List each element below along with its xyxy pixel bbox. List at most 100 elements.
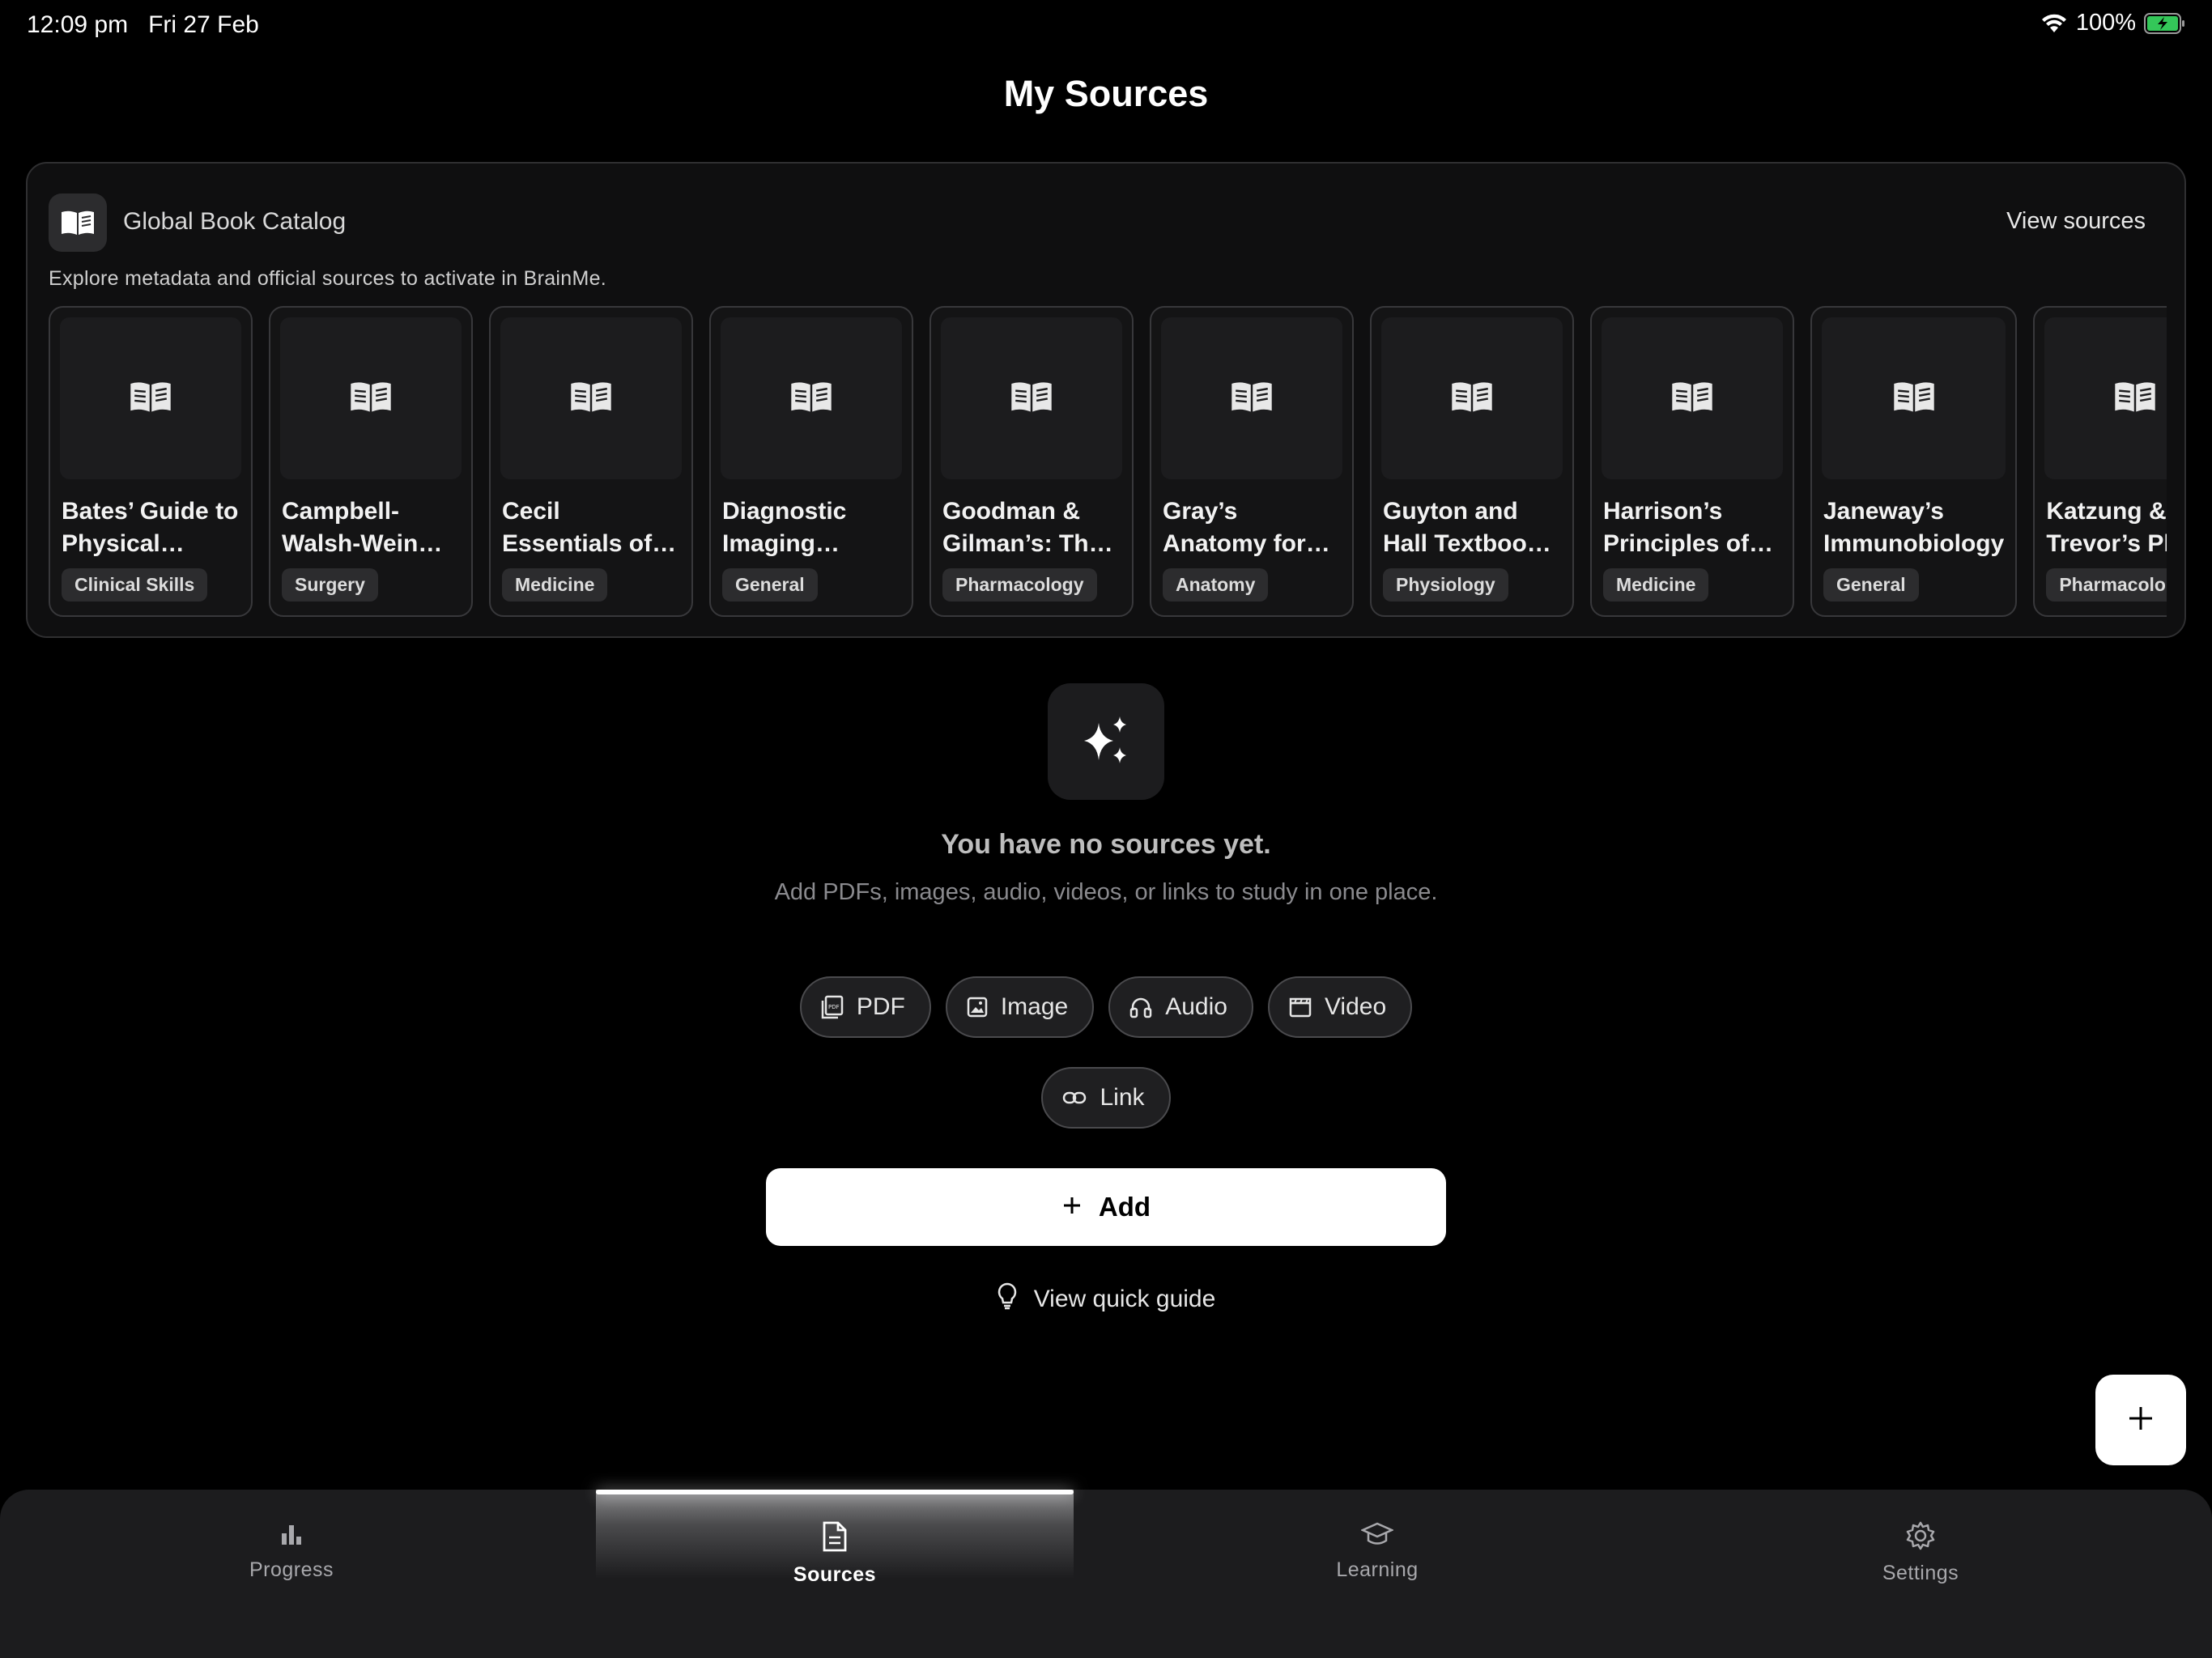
open-book-icon — [348, 380, 393, 418]
tab-sources[interactable]: Sources — [596, 1490, 1074, 1586]
open-book-icon — [1229, 380, 1274, 418]
add-button-label: Add — [1098, 1192, 1151, 1222]
graduation-cap-icon — [1359, 1520, 1395, 1552]
status-date: Fri 27 Feb — [148, 11, 259, 38]
open-book-icon — [1009, 380, 1054, 418]
book-title: Campbell-Walsh-Wein Ur… — [282, 498, 419, 557]
floating-add-button[interactable] — [2095, 1375, 2186, 1465]
open-book-icon — [789, 380, 834, 418]
book-category-tag: Surgery — [282, 568, 378, 602]
open-book-icon — [1449, 380, 1495, 418]
link-chip[interactable]: Link — [1041, 1067, 1171, 1129]
book-title: Goodman & Gilman’s: The … — [942, 498, 1103, 557]
clapperboard-icon — [1289, 997, 1312, 1018]
global-book-catalog: Global Book Catalog View sources Explore… — [26, 162, 2186, 638]
book-cover — [1381, 317, 1563, 479]
open-book-icon — [128, 380, 173, 418]
tab-settings-label: Settings — [1882, 1562, 1959, 1584]
audio-chip[interactable]: Audio — [1108, 976, 1253, 1038]
headphones-icon — [1129, 996, 1152, 1018]
add-button[interactable]: Add — [766, 1168, 1446, 1246]
book-title: Janeway’s Immunobiology — [1823, 498, 2005, 557]
gear-icon — [1905, 1520, 1936, 1555]
book-card[interactable]: Bates’ Guide to Physical Exam… Clinical S… — [49, 306, 253, 617]
empty-state-title: You have no sources yet. — [941, 829, 1271, 860]
book-category-tag: Clinical Skills — [62, 568, 208, 602]
video-chip[interactable]: Video — [1267, 976, 1413, 1038]
book-row: Bates’ Guide to Physical Exam… Clinical S… — [49, 306, 2167, 617]
pdf-chip[interactable]: PDF PDF — [799, 976, 931, 1038]
book-category-tag: General — [1823, 568, 1919, 602]
document-icon — [821, 1520, 849, 1557]
link-icon — [1062, 1090, 1087, 1105]
open-book-icon — [49, 193, 107, 252]
active-tab-indicator — [596, 1490, 1074, 1494]
empty-state-description: Add PDFs, images, audio, videos, or link… — [774, 879, 1438, 905]
book-card[interactable]: Cecil Essentials of Medicine Medicine — [489, 306, 693, 617]
book-category-tag: Physiology — [1383, 568, 1508, 602]
audio-chip-label: Audio — [1165, 993, 1227, 1020]
book-cover — [280, 317, 462, 479]
tab-sources-label: Sources — [793, 1563, 877, 1586]
book-category-tag: Pharmacology — [942, 568, 1097, 602]
book-card[interactable]: Diagnostic Imaging (Radi… General — [709, 306, 913, 617]
book-title: Cecil Essentials of Medicine — [502, 498, 653, 557]
source-type-chips-row2: Link — [0, 1067, 2212, 1129]
lightbulb-icon — [997, 1282, 1018, 1316]
book-cover — [1822, 317, 2006, 479]
book-title: Bates’ Guide to Physical Exam… — [62, 498, 239, 557]
status-bar: 12:09 pm Fri 27 Feb 100% — [0, 0, 2212, 52]
book-card[interactable]: Katzung & Trevor’s Ph Pharmacolo — [2033, 306, 2167, 617]
book-cover — [60, 317, 241, 479]
catalog-title: Global Book Catalog — [123, 208, 347, 235]
book-title: Harrison’s Principles of I… — [1603, 498, 1750, 557]
book-title: Guyton and Hall Textbook … — [1383, 498, 1541, 557]
book-title: Gray’s Anatomy for S… — [1163, 498, 1306, 557]
tab-progress-label: Progress — [249, 1558, 334, 1581]
battery-percent: 100% — [2075, 10, 2136, 36]
book-carousel[interactable]: Bates’ Guide to Physical Exam… Clinical S… — [49, 306, 2167, 619]
book-card[interactable]: Goodman & Gilman’s: The … Pharmacology — [929, 306, 1134, 617]
book-card[interactable]: Harrison’s Principles of I… Medicine — [1590, 306, 1794, 617]
open-book-icon — [1670, 380, 1715, 418]
book-category-tag: Medicine — [502, 568, 608, 602]
book-title: Diagnostic Imaging (Radi… — [722, 498, 847, 557]
quick-guide-label: View quick guide — [1033, 1286, 1216, 1312]
book-cover — [941, 317, 1122, 479]
book-category-tag: Medicine — [1603, 568, 1709, 602]
book-cover — [2044, 317, 2167, 479]
image-icon — [967, 997, 988, 1018]
book-category-tag: Anatomy — [1163, 568, 1269, 602]
book-cover — [1161, 317, 1342, 479]
book-card[interactable]: Janeway’s Immunobiology General — [1810, 306, 2018, 617]
status-clock: 12:09 pm — [27, 11, 129, 38]
open-book-icon — [1891, 380, 1937, 418]
image-chip[interactable]: Image — [945, 976, 1095, 1038]
book-card[interactable]: Campbell-Walsh-Wein Ur… Surgery — [269, 306, 473, 617]
wifi-icon — [2040, 13, 2068, 34]
tab-learning[interactable]: Learning — [1138, 1490, 1616, 1581]
book-category-tag: General — [722, 568, 818, 602]
open-book-icon — [2112, 380, 2158, 418]
book-title: Katzung & Trevor’s Ph — [2046, 498, 2167, 557]
status-time: 12:09 pm Fri 27 Feb — [27, 11, 259, 39]
book-category-tag: Pharmacolo — [2046, 568, 2167, 602]
view-sources-link[interactable]: View sources — [2006, 208, 2146, 235]
sparkles-icon — [1048, 683, 1164, 800]
tab-settings[interactable]: Settings — [1682, 1490, 2159, 1584]
bar-chart-icon — [278, 1520, 305, 1552]
book-card[interactable]: Guyton and Hall Textbook … Physiology — [1370, 306, 1574, 617]
plus-icon — [1061, 1192, 1083, 1222]
page-title: My Sources — [1003, 73, 1209, 114]
source-type-chips: PDF PDF Image Audio Video — [0, 976, 2212, 1038]
book-cover — [1602, 317, 1783, 479]
video-chip-label: Video — [1324, 993, 1387, 1020]
open-book-icon — [568, 380, 614, 418]
tab-progress[interactable]: Progress — [53, 1490, 530, 1581]
book-cover — [721, 317, 902, 479]
quick-guide-link[interactable]: View quick guide — [0, 1282, 2212, 1316]
tab-learning-label: Learning — [1336, 1558, 1419, 1581]
pdf-icon: PDF — [821, 995, 844, 1019]
book-card[interactable]: Gray’s Anatomy for S… Anatomy — [1150, 306, 1354, 617]
link-chip-label: Link — [1100, 1084, 1145, 1111]
